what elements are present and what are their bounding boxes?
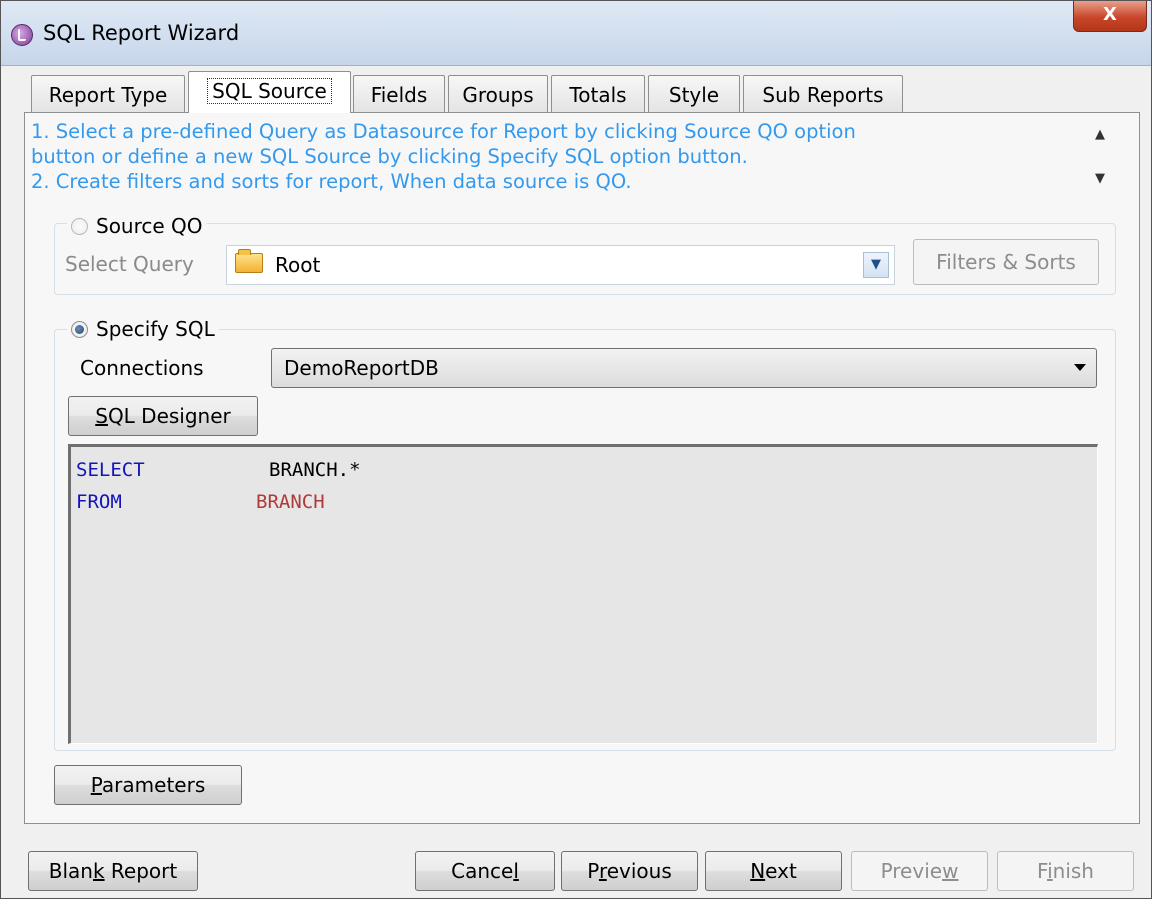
tab-sub-reports[interactable]: Sub Reports (743, 75, 903, 113)
instructions-text: 1. Select a pre-defined Query as Datasou… (31, 119, 1085, 194)
tab-style[interactable]: Style (648, 75, 740, 113)
btn-text: QL Designer (107, 404, 231, 428)
tab-totals[interactable]: Totals (551, 75, 645, 113)
btn-text: nish (1052, 859, 1094, 883)
tab-label: Groups (462, 83, 534, 107)
tab-label: Totals (569, 83, 627, 107)
chevron-down-icon[interactable]: ▼ (863, 252, 889, 278)
specify-sql-radio[interactable]: Specify SQL (67, 317, 219, 341)
mnemonic: N (750, 859, 766, 883)
scroll-down-arrow-icon[interactable]: ▼ (1095, 171, 1105, 186)
preview-button[interactable]: Preview (851, 851, 988, 891)
btn-text: arameters (101, 773, 206, 797)
sql-designer-button[interactable]: SQL Designer (68, 396, 258, 436)
select-query-value: Root (275, 253, 321, 277)
tab-fields[interactable]: Fields (353, 75, 445, 113)
mnemonic: S (95, 404, 108, 428)
tab-report-type[interactable]: Report Type (31, 75, 185, 113)
window-title: SQL Report Wizard (43, 21, 240, 45)
btn-text: P (587, 859, 599, 883)
previous-button[interactable]: Previous (561, 851, 698, 891)
instruction-line: 2. Create filters and sorts for report, … (31, 170, 632, 193)
blank-report-button[interactable]: Blank Report (28, 851, 198, 891)
sql-editor[interactable]: SELECT BRANCH.* FROM BRANCH (68, 444, 1098, 744)
instruction-line: button or define a new SQL Source by cli… (31, 145, 748, 168)
select-query-combo[interactable]: Root ▼ (226, 245, 895, 285)
dropdown-arrow-icon (1074, 364, 1086, 371)
source-qo-radio[interactable]: Source QO (67, 214, 207, 238)
tab-label: Report Type (48, 83, 168, 107)
scroll-up-arrow-icon[interactable]: ▲ (1095, 127, 1105, 142)
specify-sql-label: Specify SQL (96, 317, 215, 341)
parameters-button[interactable]: Parameters (54, 765, 242, 805)
connections-select[interactable]: DemoReportDB (271, 348, 1097, 388)
connection-value: DemoReportDB (284, 356, 439, 380)
connections-label: Connections (80, 356, 204, 380)
next-button[interactable]: Next (705, 851, 842, 891)
sql-keyword: SELECT (76, 459, 145, 481)
btn-text: ext (765, 859, 797, 883)
mnemonic: w (942, 859, 959, 883)
mnemonic: l (513, 859, 519, 883)
tab-label: Sub Reports (762, 83, 884, 107)
app-icon (11, 24, 33, 46)
btn-text: Cance (451, 859, 514, 883)
tab-label: SQL Source (207, 78, 332, 104)
close-button[interactable]: X (1073, 1, 1147, 32)
finish-button[interactable]: Finish (997, 851, 1134, 891)
radio-icon (71, 320, 88, 338)
instruction-line: 1. Select a pre-defined Query as Datasou… (31, 120, 856, 143)
source-qo-label: Source QO (96, 214, 203, 238)
tab-sql-source[interactable]: SQL Source (188, 71, 351, 113)
btn-text: Report (104, 859, 178, 883)
cancel-button[interactable]: Cancel (415, 851, 555, 891)
mnemonic: r (598, 859, 607, 883)
title-bar[interactable]: SQL Report Wizard X (1, 1, 1151, 66)
sql-table-name: BRANCH (256, 491, 325, 513)
btn-text: Blan (48, 859, 93, 883)
tab-label: Style (668, 83, 720, 107)
radio-icon (71, 217, 88, 235)
btn-text: evious (606, 859, 672, 883)
select-query-label: Select Query (65, 252, 194, 276)
btn-text: Previe (880, 859, 943, 883)
sql-report-wizard-window: SQL Report Wizard X Report Type SQL Sour… (0, 0, 1152, 899)
mnemonic: k (92, 859, 105, 883)
filters-sorts-button[interactable]: Filters & Sorts (913, 239, 1099, 285)
tab-label: Fields (370, 83, 428, 107)
folder-icon (235, 249, 263, 273)
btn-text: F (1037, 859, 1048, 883)
sql-value: BRANCH.* (269, 459, 361, 481)
sql-keyword: FROM (76, 491, 122, 513)
tab-groups[interactable]: Groups (448, 75, 548, 113)
mnemonic: P (90, 773, 102, 797)
